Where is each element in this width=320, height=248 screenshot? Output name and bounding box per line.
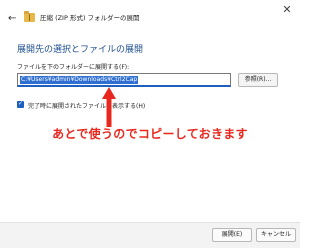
show-files-checkbox-label[interactable]: 完了時に展開されたファイルを表示する(H) [28, 101, 145, 110]
extract-dialog: ✕ ← 圧縮 (ZIP 形式) フォルダーの展開 展開先の選択とファイルの展開 … [0, 0, 300, 248]
destination-path-input[interactable]: C:¥Users¥admin¥Downloads¥Ctrl2Cap [17, 73, 231, 87]
cancel-button[interactable]: キャンセル [256, 228, 296, 242]
zip-folder-icon [24, 11, 35, 22]
annotation-note: あとで使うのでコピーしておきます [52, 127, 248, 141]
page-heading: 展開先の選択とファイルの展開 [17, 45, 144, 55]
destination-path-value[interactable]: C:¥Users¥admin¥Downloads¥Ctrl2Cap [20, 76, 139, 84]
close-icon[interactable]: ✕ [280, 3, 294, 17]
title-bar: ✕ ← 圧縮 (ZIP 形式) フォルダーの展開 [0, 0, 300, 24]
dialog-footer: 展開(E) キャンセル [0, 222, 300, 248]
show-files-checkbox[interactable]: ✓ [17, 100, 24, 108]
window-title: 圧縮 (ZIP 形式) フォルダーの展開 [40, 14, 140, 22]
extract-button[interactable]: 展開(E) [212, 228, 252, 242]
browse-button[interactable]: 参照(R)... [238, 73, 278, 87]
destination-label: ファイルを下のフォルダーに展開する(F): [17, 64, 130, 71]
red-arrow-icon [102, 87, 116, 127]
checkmark-icon: ✓ [17, 100, 24, 107]
back-arrow-icon[interactable]: ← [8, 14, 16, 24]
